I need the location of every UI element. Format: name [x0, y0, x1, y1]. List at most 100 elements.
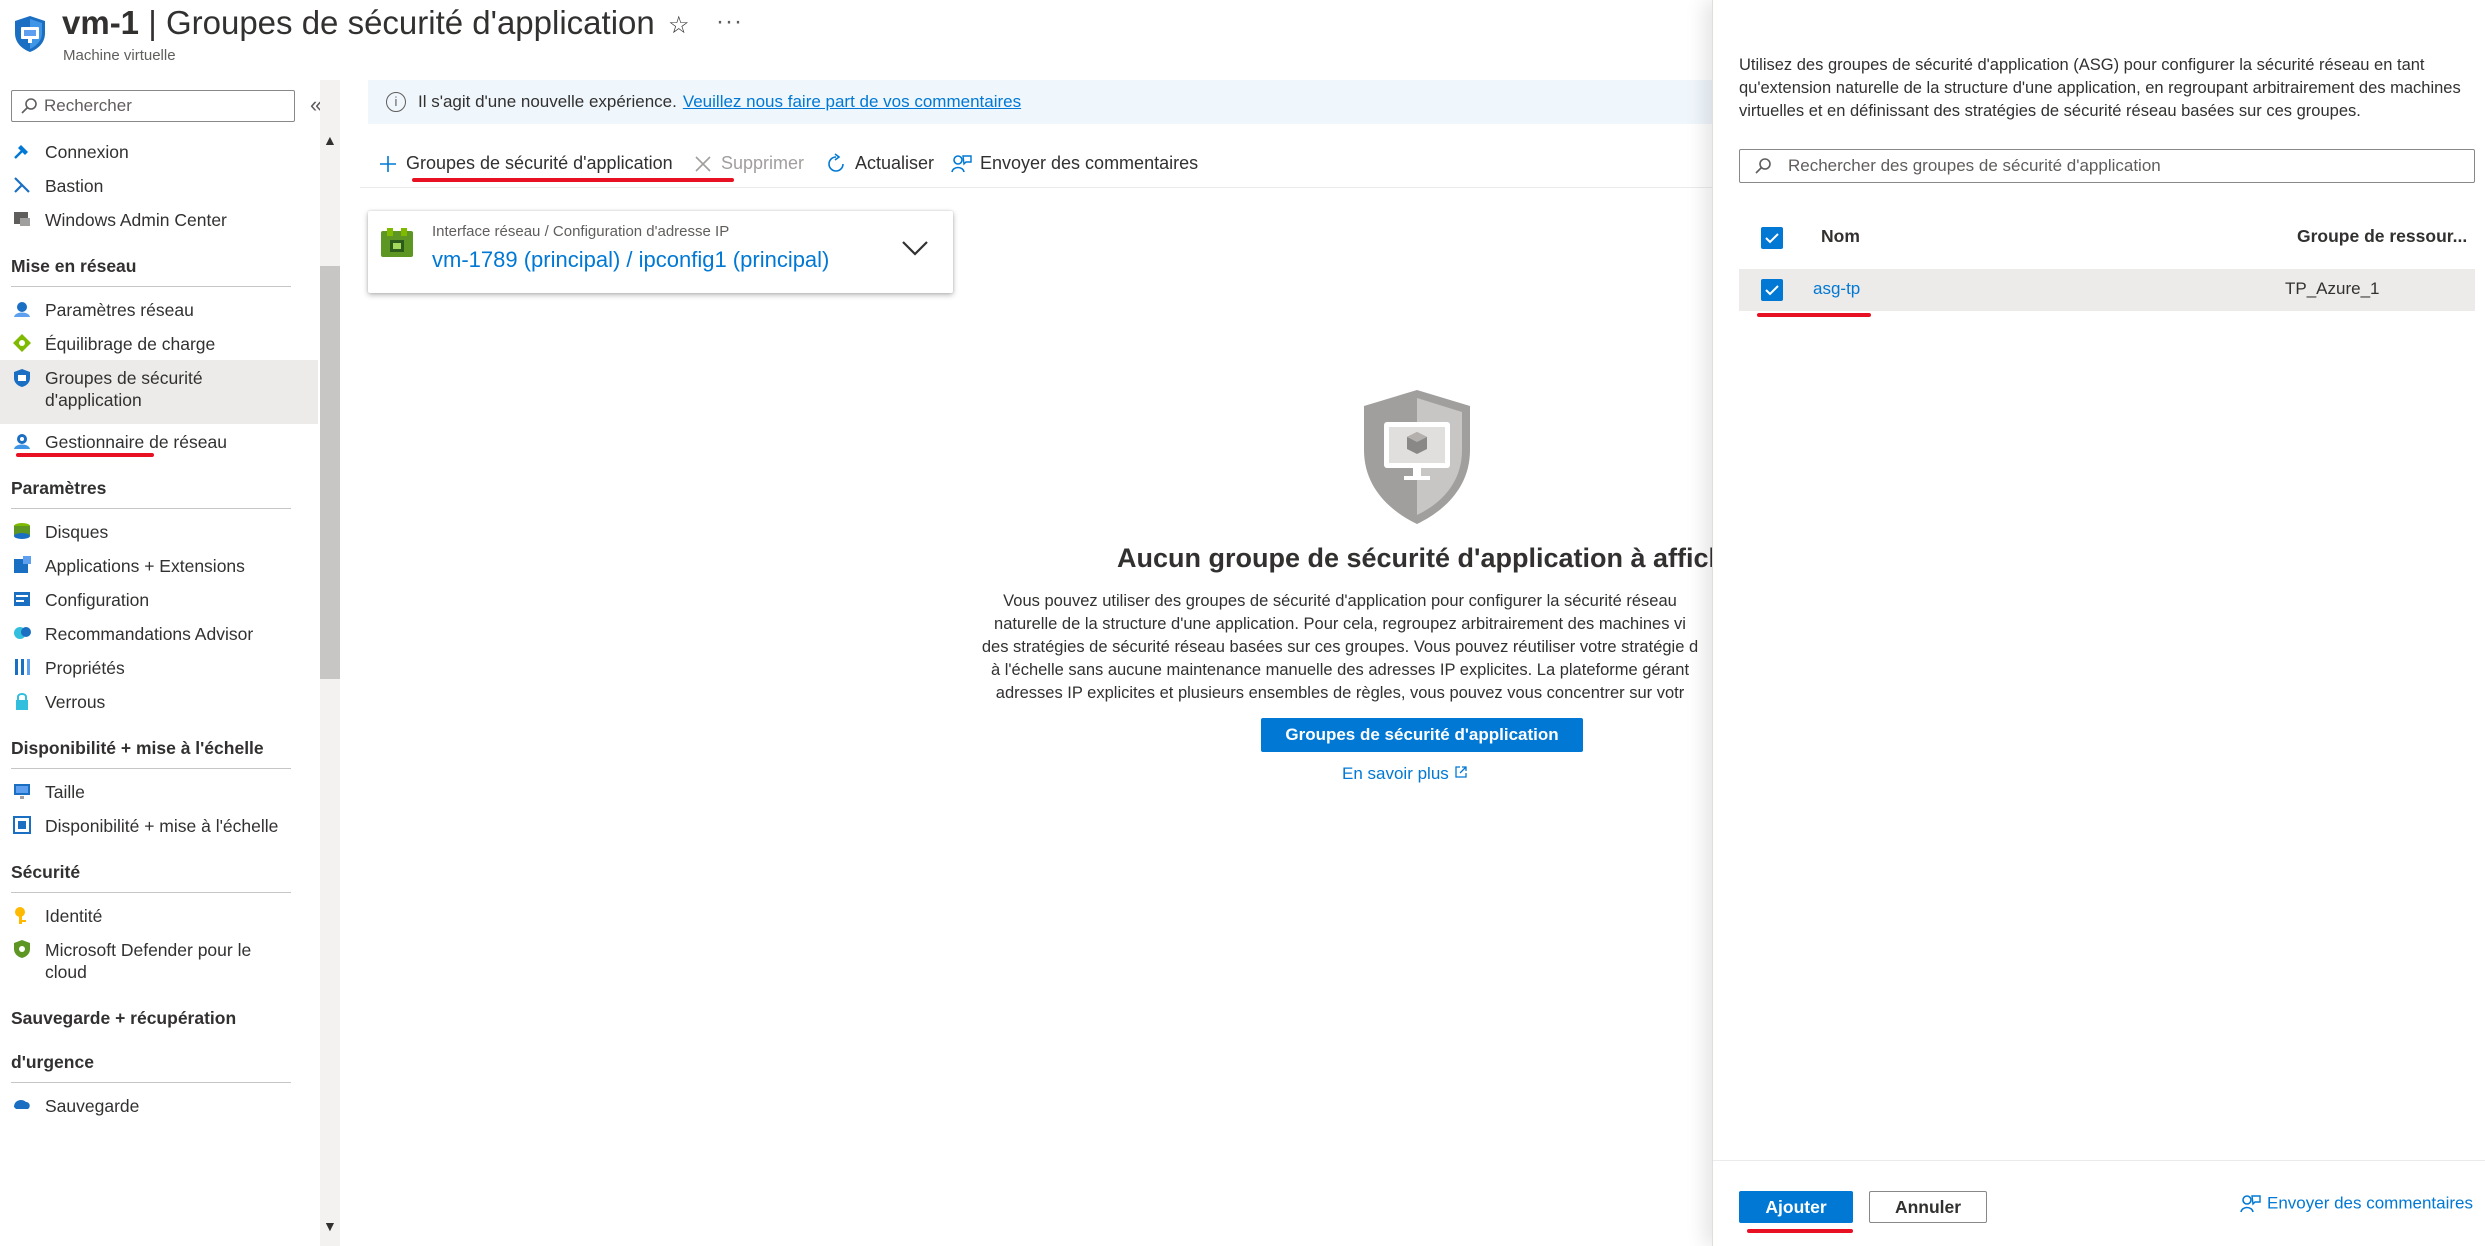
menu-item-equilibrage-de-charge[interactable]: Équilibrage de charge	[0, 326, 318, 360]
menu-item-windows-admin-center[interactable]: Windows Admin Center	[0, 202, 318, 236]
resource-type: Machine virtuelle	[63, 47, 176, 64]
empty-state-shield-icon	[1364, 390, 1470, 524]
backup-icon	[14, 1099, 30, 1109]
resource-menu: Rechercher « Connexion Bastion Windows A…	[0, 80, 340, 1246]
learn-more-link[interactable]: En savoir plus	[1342, 764, 1468, 784]
extensions-icon	[14, 556, 31, 573]
refresh-button[interactable]: Actualiser	[825, 153, 934, 175]
nic-ipconfig-selector[interactable]: Interface réseau / Configuration d'adres…	[368, 211, 953, 293]
column-header-resource-group[interactable]: Groupe de ressour...	[2297, 226, 2467, 247]
annotation-underline	[16, 453, 154, 457]
menu-scrollbar[interactable]: ▲ ▼	[320, 80, 340, 1246]
menu-item-configuration[interactable]: Configuration	[0, 582, 318, 616]
menu-item-parametres-reseau[interactable]: Paramètres réseau	[0, 292, 318, 326]
annotation-underline	[1747, 1229, 1853, 1233]
empty-state-add-asg-button[interactable]: Groupes de sécurité d'application	[1261, 718, 1583, 752]
menu-item-disponibilite-mise-a-l-echelle[interactable]: Disponibilité + mise à l'échelle	[0, 808, 318, 842]
lock-icon	[16, 693, 28, 710]
menu-item-disques[interactable]: Disques	[0, 514, 318, 548]
checkmark-icon	[1765, 233, 1779, 244]
learn-more-label: En savoir plus	[1342, 764, 1449, 783]
bastion-icon	[14, 177, 30, 193]
asg-name-link[interactable]: asg-tp	[1813, 279, 1860, 299]
info-icon: i	[386, 92, 406, 112]
description-line: Vous pouvez utiliser des groupes de sécu…	[1003, 592, 1677, 610]
description-line: naturelle de la structure d'une applicat…	[994, 615, 1686, 633]
menu-item-identite[interactable]: Identité	[0, 898, 318, 932]
refresh-icon	[828, 153, 844, 173]
asg-shield-icon	[15, 16, 45, 52]
blade-title: Groupes de sécurité d'application	[165, 4, 655, 41]
star-icon[interactable]: ☆	[668, 11, 690, 40]
menu-item-label: Configuration	[45, 590, 150, 610]
section-securite: Sécurité	[11, 862, 81, 882]
menu-item-microsoft-defender[interactable]: Microsoft Defender pour le cloud	[0, 932, 318, 990]
section-divider	[11, 508, 291, 509]
menu-item-recommandations-advisor[interactable]: Recommandations Advisor	[0, 616, 318, 650]
delete-button[interactable]: Supprimer	[693, 153, 804, 174]
close-icon	[695, 156, 711, 172]
menu-item-label: Verrous	[45, 692, 106, 712]
menu-item-applications-extensions[interactable]: Applications + Extensions	[0, 548, 318, 582]
menu-item-sauvegarde[interactable]: Sauvegarde	[0, 1088, 318, 1122]
add-button[interactable]: Ajouter	[1739, 1191, 1853, 1223]
menu-item-label: Taille	[45, 782, 85, 802]
title-separator: |	[139, 4, 166, 41]
panel-send-feedback-button[interactable]: Envoyer des commentaires	[2239, 1193, 2473, 1215]
scroll-down-icon[interactable]: ▼	[323, 1218, 337, 1234]
table-row[interactable]: asg-tp TP_Azure_1	[1739, 269, 2475, 311]
row-checkbox[interactable]	[1761, 279, 1783, 301]
menu-item-label: Gestionnaire de réseau	[45, 432, 227, 452]
menu-item-label: Bastion	[45, 176, 104, 196]
column-header-name[interactable]: Nom	[1821, 226, 1860, 247]
menu-item-label: Groupes de sécurité d'application	[45, 368, 203, 410]
info-banner-text: Il s'agit d'une nouvelle expérience.	[418, 92, 677, 111]
add-asg-button[interactable]: Groupes de sécurité d'application	[378, 153, 673, 174]
availability-icon	[13, 816, 31, 834]
section-divider	[11, 768, 291, 769]
menu-item-label: Propriétés	[45, 658, 125, 678]
resource-name: vm-1	[62, 4, 140, 41]
select-all-checkbox[interactable]	[1761, 227, 1783, 249]
chevron-down-icon[interactable]	[901, 239, 929, 257]
menu-item-label: Disponibilité + mise à l'échelle	[45, 816, 279, 836]
menu-item-bastion[interactable]: Bastion	[0, 168, 318, 202]
feedback-icon	[951, 155, 972, 173]
menu-item-verrous[interactable]: Verrous	[0, 684, 318, 718]
checkmark-icon	[1765, 285, 1779, 296]
identity-icon	[15, 907, 26, 924]
menu-list: Connexion Bastion Windows Admin Center M…	[0, 130, 318, 1246]
ellipsis-icon[interactable]: ···	[716, 8, 743, 36]
section-parametres: Paramètres	[11, 478, 107, 498]
menu-item-taille[interactable]: Taille	[0, 774, 318, 808]
scroll-up-icon[interactable]: ▲	[323, 132, 337, 148]
send-feedback-label: Envoyer des commentaires	[980, 153, 1199, 173]
network-settings-icon	[14, 302, 30, 317]
cancel-button[interactable]: Annuler	[1869, 1191, 1987, 1223]
plus-icon	[380, 156, 396, 173]
menu-search-input[interactable]: Rechercher	[11, 90, 295, 122]
menu-item-connexion[interactable]: Connexion	[0, 134, 318, 168]
menu-item-label: Microsoft Defender pour le cloud	[45, 940, 252, 982]
blade-header: vm-1 | Groupes de sécurité d'application…	[0, 0, 1712, 70]
asg-search-input[interactable]: Rechercher des groupes de sécurité d'app…	[1739, 149, 2475, 183]
menu-item-proprietes[interactable]: Propriétés	[0, 650, 318, 684]
menu-search-placeholder: Rechercher	[44, 96, 132, 115]
size-icon	[14, 784, 30, 799]
menu-item-label: Windows Admin Center	[45, 210, 227, 230]
page-title: vm-1 | Groupes de sécurité d'application	[62, 4, 655, 42]
properties-icon	[15, 659, 30, 675]
feedback-icon	[2240, 1195, 2261, 1213]
empty-state-description: Vous pouvez utiliser des groupes de sécu…	[960, 590, 1712, 705]
menu-item-label: Disques	[45, 522, 109, 542]
send-feedback-button[interactable]: Envoyer des commentaires	[950, 153, 1198, 175]
panel-feedback-label: Envoyer des commentaires	[2267, 1193, 2473, 1213]
menu-item-groupes-de-securite-d-application[interactable]: Groupes de sécurité d'application	[0, 360, 318, 424]
load-balancing-icon	[13, 334, 31, 352]
windows-admin-center-icon	[14, 212, 30, 226]
nic-value: vm-1789 (principal) / ipconfig1 (princip…	[432, 247, 830, 272]
menu-item-label: Connexion	[45, 142, 129, 162]
feedback-link[interactable]: Veuillez nous faire part de vos commenta…	[683, 92, 1021, 111]
external-link-icon	[1454, 766, 1467, 778]
scrollbar-thumb[interactable]	[320, 266, 340, 679]
